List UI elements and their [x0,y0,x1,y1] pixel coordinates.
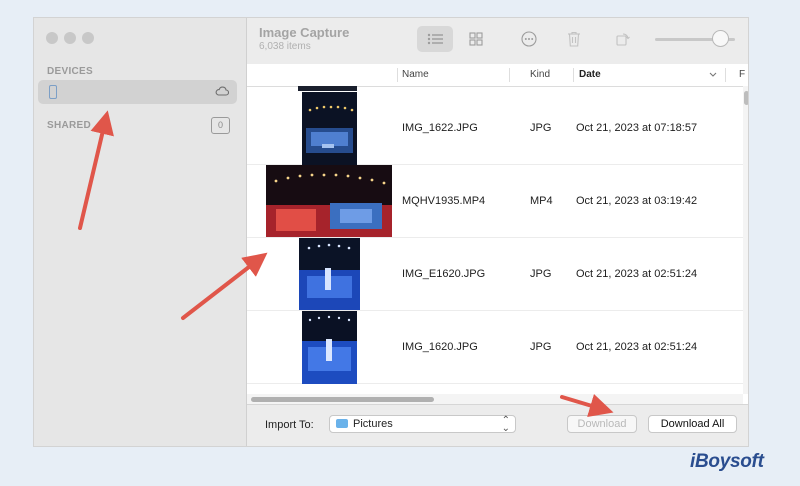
photo-thumbnail [302,311,357,384]
folder-icon [336,419,348,428]
column-kind-header[interactable]: Kind [530,64,550,86]
rotate-icon [616,33,630,46]
delete-button[interactable] [560,26,588,52]
file-kind: JPG [530,122,552,134]
import-destination-popup[interactable]: Pictures ⌃ ⌄ [329,415,516,434]
import-destination-label: Pictures [353,418,393,430]
trash-icon [568,31,580,47]
sidebar: DEVICES SHARED 0 [34,18,247,446]
close-window-button[interactable] [46,32,58,44]
table-row[interactable]: IMG_1620.JPG JPG Oct 21, 2023 at 02:51:2… [247,311,743,384]
column-extra-header[interactable]: F [739,64,745,86]
file-name: IMG_E1620.JPG [402,268,486,280]
rotate-button[interactable] [609,26,637,52]
sidebar-device-iphone[interactable] [38,80,237,104]
photo-thumbnail [299,238,360,310]
minimize-window-button[interactable] [64,32,76,44]
file-name: MQHV1935.MP4 [402,195,486,207]
file-kind: JPG [530,268,552,280]
file-name: IMG_1622.JPG [402,122,478,134]
bottom-bar: Import To: Pictures ⌃ ⌄ Download Download… [247,404,748,446]
file-kind: JPG [530,341,552,353]
table-row[interactable]: IMG_E1620.JPG JPG Oct 21, 2023 at 02:51:… [247,238,743,311]
column-separator [725,68,726,82]
image-capture-window: DEVICES SHARED 0 Image Capture 6,038 ite… [33,17,749,447]
app-title: Image Capture [259,25,350,40]
item-count: 6,038 items [259,41,311,52]
file-date: Oct 21, 2023 at 02:51:24 [576,268,698,280]
chevron-updown-icon: ⌃ ⌄ [501,415,510,434]
grid-view-button[interactable] [461,26,491,52]
more-actions-button[interactable] [515,26,543,52]
column-separator [509,68,510,82]
partial-thumbnail [298,86,357,91]
chevron-down-icon [709,72,717,77]
table-row[interactable]: IMG_1622.JPG JPG Oct 21, 2023 at 07:18:5… [247,92,743,165]
toolbar: Image Capture 6,038 items [247,18,748,64]
table-row[interactable]: MQHV1935.MP4 MP4 Oct 21, 2023 at 03:19:4… [247,165,743,238]
file-date: Oct 21, 2023 at 02:51:24 [576,341,698,353]
download-button[interactable]: Download [567,415,637,433]
slider-knob[interactable] [712,30,729,47]
column-date-header[interactable]: Date [579,64,601,86]
column-separator [397,68,398,82]
iphone-icon [49,85,57,99]
vertical-scroll-thumb[interactable] [744,91,748,105]
file-date: Oct 21, 2023 at 07:18:57 [576,122,698,134]
list-view-icon [427,33,443,45]
video-thumbnail [266,165,392,237]
file-kind: MP4 [530,195,553,207]
file-date: Oct 21, 2023 at 03:19:42 [576,195,698,207]
zoom-window-button[interactable] [82,32,94,44]
horizontal-scrollbar[interactable] [247,394,743,404]
photo-thumbnail [302,92,357,165]
file-list: IMG_1622.JPG JPG Oct 21, 2023 at 07:18:5… [247,86,743,394]
download-all-button[interactable]: Download All [648,415,737,433]
vertical-scrollbar[interactable] [743,86,748,394]
shared-heading: SHARED [47,120,92,131]
import-to-label: Import To: [265,419,314,431]
shared-count-badge: 0 [211,117,230,134]
cloud-icon [215,86,229,96]
column-header: Name Kind Date F [247,64,748,87]
column-name-header[interactable]: Name [402,64,429,86]
devices-heading: DEVICES [47,66,94,77]
horizontal-scroll-thumb[interactable] [251,397,434,402]
column-separator [573,68,574,82]
brand-watermark: iBoysoft [690,451,764,472]
file-name: IMG_1620.JPG [402,341,478,353]
list-view-button[interactable] [417,26,453,52]
more-icon [521,31,537,47]
grid-view-icon [469,32,483,46]
